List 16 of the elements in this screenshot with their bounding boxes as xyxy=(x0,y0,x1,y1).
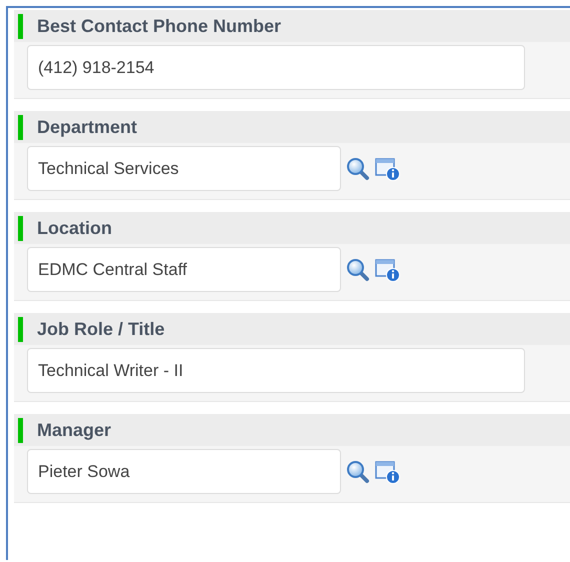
input-field[interactable]: Technical Services xyxy=(27,146,341,191)
input-field[interactable]: Pieter Sowa xyxy=(27,449,341,494)
input-field[interactable]: Technical Writer - II xyxy=(27,348,525,393)
field-label: Department xyxy=(37,116,138,138)
window-info-icon[interactable] xyxy=(375,460,401,484)
input-field[interactable]: (412) 918-2154 xyxy=(27,45,525,90)
search-icon[interactable] xyxy=(346,258,370,282)
field-label: Job Role / Title xyxy=(37,318,165,340)
window-info-icon[interactable] xyxy=(375,156,401,180)
search-icon[interactable] xyxy=(346,156,370,180)
input-field[interactable]: EDMC Central Staff xyxy=(27,247,341,292)
field-label: Best Contact Phone Number xyxy=(37,16,282,36)
field-label: Manager xyxy=(37,420,112,440)
search-icon[interactable] xyxy=(346,460,370,484)
window-info-icon[interactable] xyxy=(375,258,401,282)
field-label: Location xyxy=(37,218,112,238)
